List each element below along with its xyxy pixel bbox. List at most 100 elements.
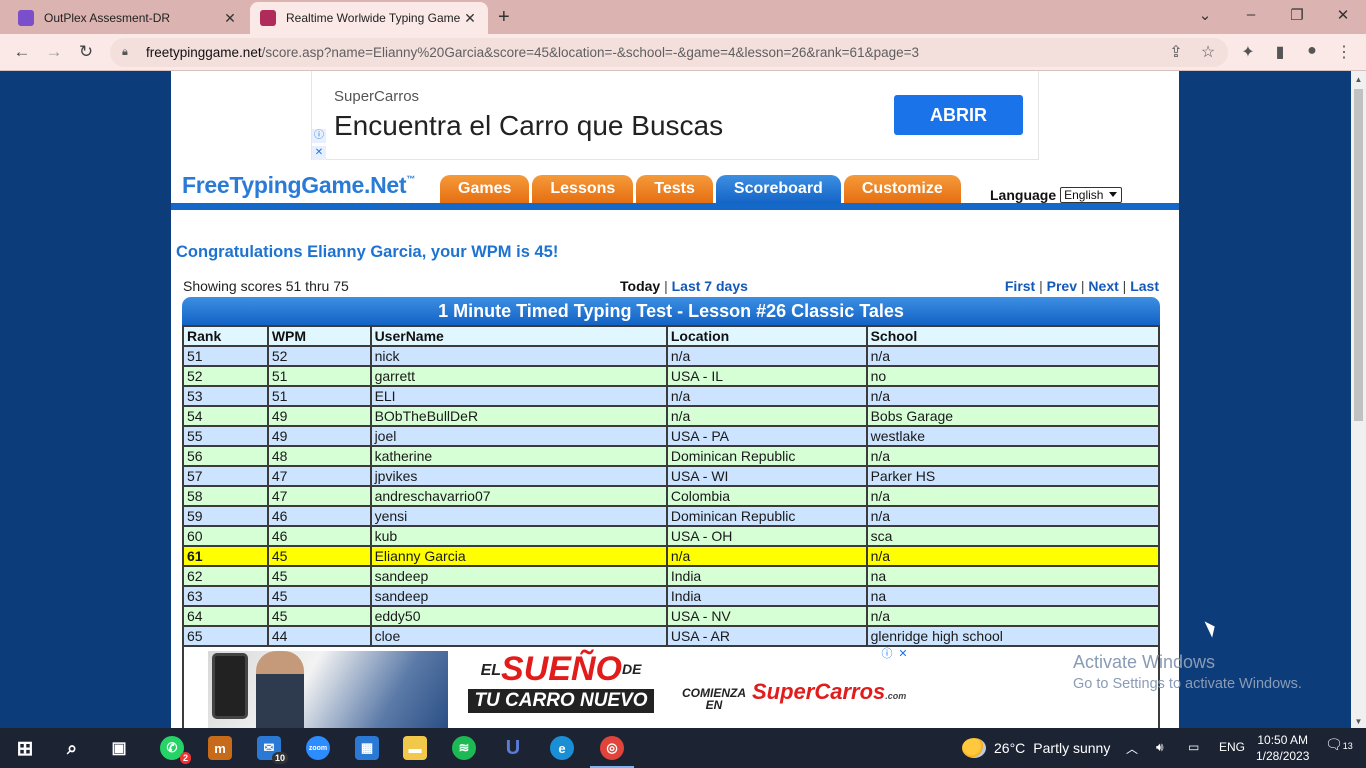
whatsapp-icon[interactable]: ✆ 2 [160,736,191,764]
menu-icon[interactable]: ⋮ [1333,42,1355,62]
main-nav: Games Lessons Tests Scoreboard Customize [440,175,961,203]
wpm-cell: 47 [266,485,372,507]
chrome-icon[interactable]: ◎ [590,736,634,768]
search-icon[interactable]: ⌕ [60,736,84,760]
nav-scoreboard[interactable]: Scoreboard [715,175,841,203]
mail-icon[interactable]: ✉ 10 [257,736,288,764]
page-prev-link[interactable]: Prev [1047,278,1077,294]
ad-headline[interactable]: Encuentra el Carro que Buscas [334,110,723,142]
extensions-icon[interactable]: ✦ [1237,42,1259,62]
spotify-icon[interactable]: ≋ [452,736,476,760]
edge-icon[interactable]: e [550,736,574,760]
scrollbar-thumb[interactable] [1354,89,1363,421]
location-cell: Dominican Republic [665,505,868,527]
table-row: 65 44 cloe USA - AR glenridge high school [182,625,1161,647]
period-last-7-days[interactable]: Last 7 days [672,278,748,294]
share-icon[interactable]: ⇪ [1165,42,1187,62]
username-cell: Elianny Garcia [369,545,668,567]
nav-tests[interactable]: Tests [636,175,713,203]
wpm-cell: 45 [266,585,372,607]
notifications-icon[interactable]: 🗨︎13 [1325,736,1353,753]
school-cell: n/a [865,505,1161,527]
tab-outplex[interactable]: OutPlex Assesment-DR ✕ [8,2,248,34]
task-view-icon[interactable]: ▣ [107,736,131,760]
calendar-icon[interactable]: ▦ [355,736,379,760]
clock[interactable]: 10:50 AM 1/28/2023 [1256,732,1309,764]
address-bar-row: ← → ↻ 🔒︎ freetypinggame.net/score.asp?na… [0,34,1366,71]
star-icon[interactable]: ☆ [1197,42,1219,62]
window-close-icon[interactable]: ✕ [1328,6,1358,24]
page-next-link[interactable]: Next [1088,278,1118,294]
top-ad[interactable]: SuperCarros Encuentra el Carro que Busca… [311,71,1039,160]
chevron-down-icon[interactable]: ⌄ [1190,6,1220,24]
ad-brand-text: SuperCarros [752,679,886,704]
ad-en-text: EN [705,698,723,712]
username-cell: yensi [369,505,668,527]
ad-info-icon[interactable]: ⓘ [312,129,326,143]
tab-title: OutPlex Assesment-DR [44,11,171,25]
table-row: 60 46 kub USA - OH sca [182,525,1161,547]
u-app-icon[interactable]: U [501,736,525,760]
separator: | [664,278,668,294]
nav-games[interactable]: Games [440,175,530,203]
volume-icon[interactable]: 🔊︎ [1156,740,1164,755]
nav-customize[interactable]: Customize [843,175,961,203]
tab-typing-game[interactable]: Realtime Worlwide Typing Game ✕ [250,2,488,34]
language-picker: Language English [990,187,1123,203]
username-cell: ELI [369,385,668,407]
side-panel-icon[interactable]: ▮ [1269,42,1291,62]
ad-info-icon[interactable]: ⓘ [880,647,894,661]
username-cell: kub [369,525,668,547]
forward-icon[interactable]: → [42,42,66,62]
windows-start-icon[interactable]: ⊞ [13,736,37,760]
profile-icon[interactable]: ● [1301,42,1323,60]
minimize-icon[interactable]: – [1236,6,1266,23]
weather-desc: Partly sunny [1033,740,1111,756]
chevron-up-icon[interactable]: ︿ [1126,740,1138,757]
table-row: 64 45 eddy50 USA - NV n/a [182,605,1161,627]
file-explorer-icon[interactable]: ▬ [403,736,427,760]
reload-icon[interactable]: ↻ [74,42,98,62]
ad-close-icon[interactable]: ✕ [312,146,326,160]
whatsapp-badge: 2 [179,752,191,764]
restore-icon[interactable]: ❐ [1282,6,1312,24]
close-icon[interactable]: ✕ [222,10,238,27]
showing-range: Showing scores 51 thru 75 [183,278,349,294]
location-cell: n/a [665,385,868,407]
rank-cell: 58 [182,485,269,507]
weather-widget[interactable]: 26°C Partly sunny [962,738,1110,758]
page-scrollbar[interactable]: ▲ ▼ [1351,71,1366,728]
bottom-ad[interactable]: ELSUEÑODE TU CARRO NUEVO COMIENZA EN Supe… [182,647,1160,728]
zoom-icon[interactable]: zoom [306,736,330,760]
mendeley-icon[interactable]: m [208,736,232,760]
url-input[interactable]: 🔒︎ freetypinggame.net/score.asp?name=Eli… [110,38,1228,67]
scoreboard-table: Rank WPM UserName Location School 51 52 ni… [182,325,1161,647]
scroll-up-icon[interactable]: ▲ [1351,75,1366,84]
ad-close-icon[interactable]: ✕ [896,647,910,661]
close-icon[interactable]: ✕ [462,10,478,27]
school-cell: n/a [865,445,1161,467]
new-tab-icon[interactable]: + [498,6,510,29]
page-last-link[interactable]: Last [1130,278,1159,294]
table-row: 54 49 BObTheBullDeR n/a Bobs Garage [182,405,1161,427]
input-language[interactable]: ENG [1219,740,1245,754]
username-cell: jpvikes [369,465,668,487]
period-today[interactable]: Today [620,278,660,294]
language-select[interactable]: English [1060,187,1123,203]
network-icon[interactable]: ▭ [1188,740,1199,754]
page-first-link[interactable]: First [1005,278,1035,294]
ad-open-button[interactable]: ABRIR [894,95,1023,135]
username-cell: eddy50 [369,605,668,627]
school-cell: Parker HS [865,465,1161,487]
period-selector: Today | Last 7 days [620,278,748,294]
scroll-down-icon[interactable]: ▼ [1351,717,1366,726]
wpm-cell: 49 [266,405,372,427]
school-cell: sca [865,525,1161,547]
school-cell: na [865,585,1161,607]
nav-lessons[interactable]: Lessons [532,175,634,203]
table-row: 58 47 andreschavarrio07 Colombia n/a [182,485,1161,507]
rank-cell: 53 [182,385,269,407]
site-logo[interactable]: FreeTypingGame.Net™ [182,172,415,199]
back-icon[interactable]: ← [10,42,34,62]
partly-sunny-icon [962,738,986,758]
